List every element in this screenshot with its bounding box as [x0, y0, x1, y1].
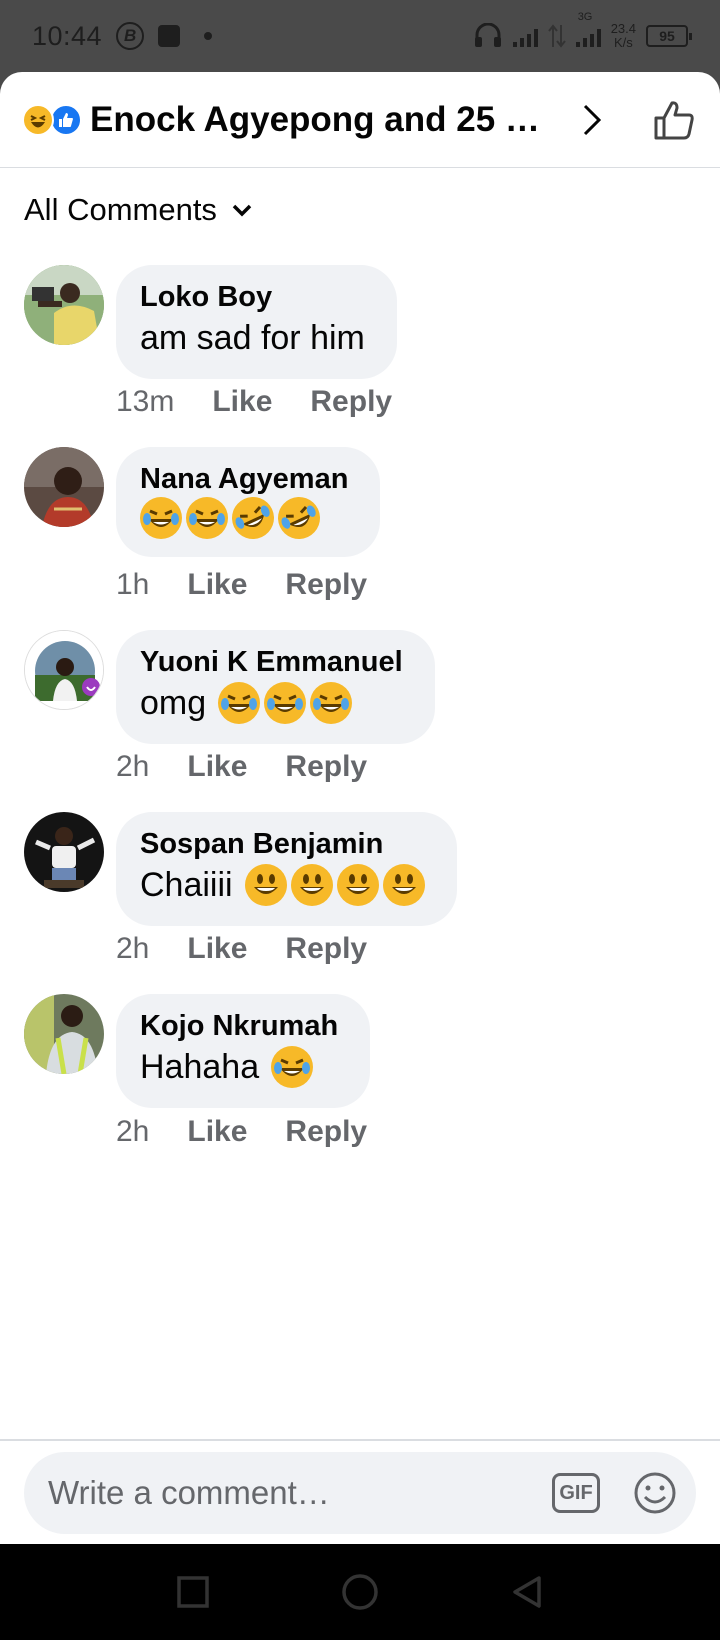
comment-timestamp: 2h [116, 750, 150, 783]
network-speed-value: 23.4 [610, 21, 636, 36]
avatar[interactable] [24, 994, 104, 1074]
like-button[interactable]: Like [187, 568, 247, 602]
gif-button[interactable]: GIF [552, 1473, 600, 1513]
notification-square-icon [158, 25, 181, 47]
face-with-tears-of-joy-icon [271, 1046, 314, 1088]
avatar[interactable] [24, 812, 104, 892]
comment-author[interactable]: Sospan Benjamin [140, 826, 425, 862]
like-button[interactable]: Like [212, 385, 272, 419]
face-with-tears-of-joy-icon [218, 682, 261, 724]
recents-square-icon[interactable] [171, 1570, 215, 1614]
comment-text: Chaiiii [140, 862, 425, 908]
comment-emojis [218, 682, 353, 724]
comment-bubble[interactable]: Loko Boy am sad for him [116, 265, 397, 379]
network-speed: 23.4 K/s [611, 22, 636, 50]
comment-actions: 2h Like Reply [116, 932, 367, 966]
reply-button[interactable]: Reply [285, 568, 367, 602]
comment-author[interactable]: Kojo Nkrumah [140, 1008, 338, 1044]
avatar[interactable] [24, 447, 104, 527]
comment-timestamp: 2h [116, 932, 150, 965]
composer-divider [0, 1439, 720, 1441]
filter-label: All Comments [24, 192, 217, 227]
comment-text: am sad for him [140, 315, 365, 361]
status-right: 3G 23.4 K/s 95 [473, 11, 692, 50]
face-with-tears-of-joy-icon [310, 682, 353, 724]
comment-actions: 2h Like Reply [116, 750, 367, 784]
comment-text-content: Hahaha [140, 1048, 260, 1086]
reply-button[interactable]: Reply [285, 932, 367, 966]
reply-button[interactable]: Reply [310, 385, 392, 419]
comment-composer: GIF [24, 1452, 696, 1534]
comment-emojis [244, 864, 425, 906]
chevron-right-icon[interactable] [574, 102, 610, 138]
grinning-face-icon [244, 864, 287, 906]
network-speed-unit: K/s [613, 35, 633, 50]
chevron-down-icon [232, 204, 252, 217]
comment-text: Hahaha [140, 1044, 338, 1090]
grinning-face-icon [290, 864, 333, 906]
status-time: 10:44 [32, 20, 103, 51]
signal-2-icon [575, 25, 601, 47]
comment-bubble[interactable]: Kojo Nkrumah Hahaha [116, 994, 371, 1108]
home-circle-icon[interactable] [338, 1570, 382, 1614]
avatar[interactable] [24, 630, 104, 710]
like-button[interactable]: Like [187, 932, 247, 966]
b-app-icon: B [116, 22, 145, 50]
network-type: 3G [577, 11, 593, 23]
haha-icon [22, 103, 54, 136]
comment-text-content: am sad for him [140, 319, 365, 357]
comment-author[interactable]: Loko Boy [140, 279, 365, 315]
like-button[interactable]: Like [187, 1115, 247, 1149]
rolling-on-floor-laughing-icon [225, 490, 281, 546]
reactions-header[interactable]: Enock Agyepong and 25 others [0, 72, 720, 168]
thumbs-up-icon[interactable] [648, 94, 700, 146]
like-icon [50, 103, 82, 136]
status-bar: 10:44 B 3G 23.4 K/s 95 [0, 0, 720, 72]
reaction-icons [22, 103, 82, 136]
comment-text: omg [140, 680, 403, 726]
comment-filter-dropdown[interactable]: All Comments [24, 192, 253, 228]
face-with-tears-of-joy-icon [140, 497, 182, 539]
grinning-face-icon [336, 864, 379, 906]
battery-icon: 95 [646, 25, 692, 47]
face-with-tears-of-joy-icon [186, 497, 228, 539]
comment-actions: 1h Like Reply [116, 568, 367, 602]
emoji-smile-icon[interactable] [632, 1470, 678, 1516]
headset-icon [474, 23, 501, 47]
reply-button[interactable]: Reply [285, 1115, 367, 1149]
comment-text [140, 490, 348, 546]
system-nav-bar [0, 1544, 720, 1640]
face-with-tears-of-joy-icon [264, 682, 307, 724]
comment-timestamp: 2h [116, 1115, 150, 1148]
comment-bubble[interactable]: Yuoni K Emmanuel omg [116, 630, 435, 744]
reactors-title[interactable]: Enock Agyepong and 25 others [90, 100, 560, 140]
comment-bubble[interactable]: Sospan Benjamin Chaiiii [116, 812, 457, 926]
avatar[interactable] [24, 265, 104, 345]
reply-button[interactable]: Reply [285, 750, 367, 784]
signal-1-icon [512, 25, 538, 47]
comment-input[interactable] [48, 1474, 508, 1512]
comment-timestamp: 13m [116, 385, 175, 418]
back-triangle-icon[interactable] [505, 1570, 549, 1614]
battery-level: 95 [659, 28, 675, 44]
comment-text-content: omg [140, 684, 207, 722]
rolling-on-floor-laughing-icon [271, 490, 327, 546]
comment-text-content: Chaiiii [140, 866, 233, 904]
status-left: 10:44 B [32, 20, 213, 52]
comment-author[interactable]: Yuoni K Emmanuel [140, 644, 403, 680]
data-arrows-icon [547, 24, 566, 48]
comments-sheet: Enock Agyepong and 25 others All Comment… [0, 72, 720, 1544]
comment-timestamp: 1h [116, 568, 150, 601]
comment-actions: 13m Like Reply [116, 385, 392, 419]
comment-bubble[interactable]: Nana Agyeman [116, 447, 381, 557]
like-button[interactable]: Like [187, 750, 247, 784]
more-notifications-dot-icon [204, 32, 213, 40]
comment-author[interactable]: Nana Agyeman [140, 461, 348, 497]
signal-2: 3G [575, 11, 601, 47]
grinning-face-icon [382, 864, 425, 906]
comment-actions: 2h Like Reply [116, 1115, 367, 1149]
